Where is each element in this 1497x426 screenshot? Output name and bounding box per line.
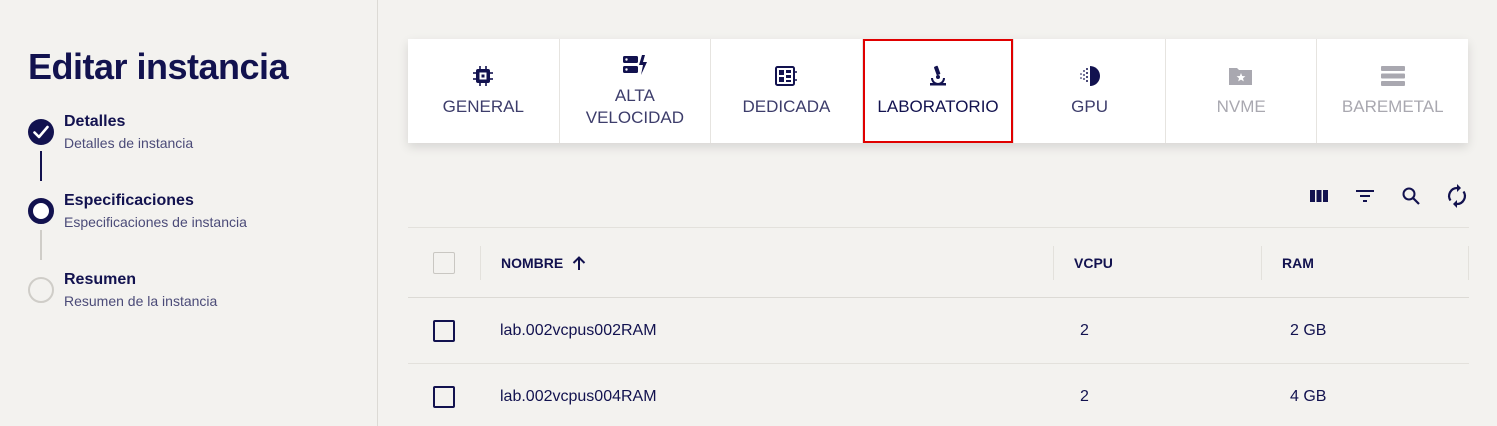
tab-general[interactable]: GENERAL bbox=[408, 39, 560, 143]
tab-alta-velocidad[interactable]: ALTA VELOCIDAD bbox=[560, 39, 712, 143]
step-title: Resumen bbox=[64, 271, 137, 288]
check-circle-icon bbox=[28, 119, 54, 145]
table-row[interactable]: lab.002vcpus002RAM 2 2 GB bbox=[408, 298, 1469, 364]
step-subtitle: Detalles de instancia bbox=[64, 135, 194, 151]
table-toolbar bbox=[1307, 184, 1469, 208]
page-title: Editar instancia bbox=[28, 46, 289, 87]
tab-nvme[interactable]: NVME bbox=[1166, 39, 1318, 143]
sort-ascending-icon[interactable] bbox=[571, 255, 587, 271]
filter-icon[interactable] bbox=[1353, 184, 1377, 208]
tab-label: BAREMETAL bbox=[1341, 97, 1444, 116]
cell-nombre: lab.002vcpus002RAM bbox=[500, 321, 657, 339]
edit-instance-page: Editar instancia Detalles Detalles de in… bbox=[0, 0, 1497, 426]
step-subtitle: Especificaciones de instancia bbox=[64, 214, 247, 230]
tab-label: LABORATORIO bbox=[877, 97, 999, 116]
column-header-label: NOMBRE bbox=[501, 254, 564, 271]
row-checkbox-cell bbox=[408, 298, 480, 363]
row-checkbox[interactable] bbox=[433, 319, 455, 342]
tab-label: ALTA VELOCIDAD bbox=[586, 85, 684, 129]
search-icon[interactable] bbox=[1399, 184, 1423, 208]
cell-vcpu: 2 bbox=[1080, 321, 1089, 339]
folder-star-icon bbox=[1228, 64, 1254, 88]
column-header-label: VCPU bbox=[1074, 254, 1113, 271]
cpu-chip-icon bbox=[472, 64, 494, 88]
sidebar: Editar instancia Detalles Detalles de in… bbox=[0, 0, 378, 426]
table-row[interactable]: lab.002vcpus004RAM 2 4 GB bbox=[408, 364, 1469, 426]
tab-gpu[interactable]: GPU bbox=[1014, 39, 1166, 143]
column-header-ram[interactable]: RAM bbox=[1261, 245, 1469, 280]
column-header-nombre[interactable]: NOMBRE bbox=[480, 245, 1053, 280]
step-subtitle: Resumen de la instancia bbox=[64, 293, 218, 309]
step-title: Detalles bbox=[64, 113, 126, 130]
server-bolt-icon bbox=[622, 53, 648, 77]
pending-step-circle-icon bbox=[28, 277, 54, 303]
main-content: GENERAL ALTA VELOCIDAD DEDICADA LABORATOR… bbox=[378, 0, 1497, 426]
tab-baremetal[interactable]: BAREMETAL bbox=[1317, 39, 1468, 143]
instance-type-tabs: GENERAL ALTA VELOCIDAD DEDICADA LABORATOR… bbox=[408, 39, 1468, 143]
select-all-checkbox[interactable] bbox=[433, 251, 455, 274]
cell-ram: 4 GB bbox=[1290, 387, 1327, 405]
tab-label: NVME bbox=[1216, 97, 1266, 116]
row-checkbox[interactable] bbox=[433, 385, 455, 408]
tab-dedicada[interactable]: DEDICADA bbox=[711, 39, 863, 143]
stepper: Detalles Detalles de instancia Especific… bbox=[28, 112, 377, 349]
refresh-icon[interactable] bbox=[1445, 184, 1469, 208]
server-stack-icon bbox=[1380, 64, 1406, 88]
flavors-table: NOMBRE VCPU RAM lab.002vcpus002RAM 2 2 G… bbox=[408, 227, 1469, 426]
header-checkbox-cell bbox=[408, 228, 480, 297]
tab-label-line: VELOCIDAD bbox=[585, 108, 684, 127]
step-detalles[interactable]: Detalles Detalles de instancia bbox=[28, 112, 377, 191]
active-step-circle-icon bbox=[28, 198, 54, 224]
microscope-icon bbox=[928, 64, 948, 88]
table-header: NOMBRE VCPU RAM bbox=[408, 227, 1469, 298]
step-resumen[interactable]: Resumen Resumen de la instancia bbox=[28, 270, 377, 349]
column-header-vcpu[interactable]: VCPU bbox=[1053, 245, 1261, 280]
tab-label: GENERAL bbox=[442, 97, 524, 116]
gpu-icon bbox=[1078, 64, 1102, 88]
tab-label: GPU bbox=[1071, 97, 1109, 116]
step-title: Especificaciones bbox=[64, 192, 194, 209]
step-especificaciones[interactable]: Especificaciones Especificaciones de ins… bbox=[28, 191, 377, 270]
cell-ram: 2 GB bbox=[1290, 321, 1327, 339]
tab-label-line: ALTA bbox=[614, 86, 655, 105]
columns-icon[interactable] bbox=[1307, 184, 1331, 208]
cell-vcpu: 2 bbox=[1080, 387, 1089, 405]
tab-label: DEDICADA bbox=[742, 97, 831, 116]
cell-nombre: lab.002vcpus004RAM bbox=[500, 387, 657, 405]
dedicated-board-icon bbox=[774, 64, 798, 88]
column-header-label: RAM bbox=[1282, 254, 1314, 271]
tab-laboratorio[interactable]: LABORATORIO bbox=[862, 39, 1015, 143]
row-checkbox-cell bbox=[408, 364, 480, 426]
